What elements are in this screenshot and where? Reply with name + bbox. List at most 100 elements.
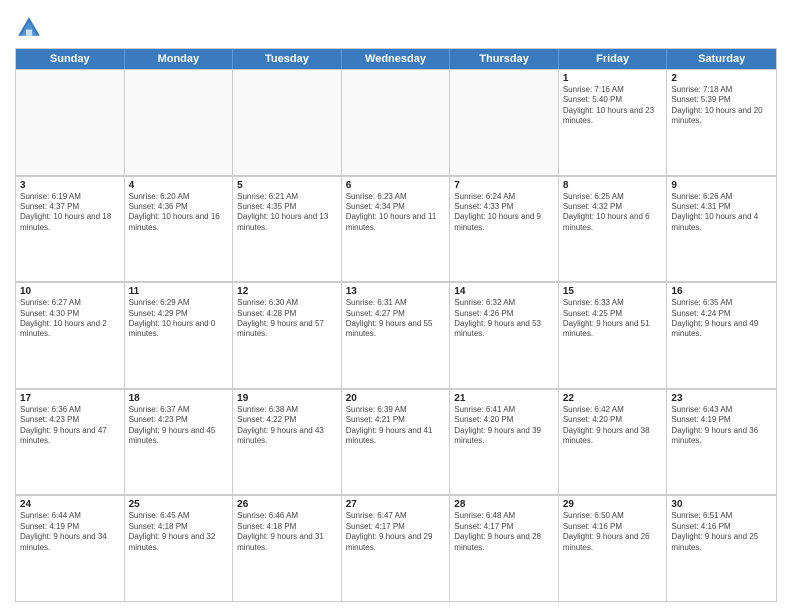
- day-number: 26: [237, 499, 337, 510]
- weekday-header: Friday: [559, 49, 668, 69]
- calendar-cell: 11Sunrise: 6:29 AM Sunset: 4:29 PM Dayli…: [125, 282, 234, 388]
- page: SundayMondayTuesdayWednesdayThursdayFrid…: [0, 0, 792, 612]
- weekday-header: Thursday: [450, 49, 559, 69]
- calendar-cell: 18Sunrise: 6:37 AM Sunset: 4:23 PM Dayli…: [125, 389, 234, 495]
- day-number: 3: [20, 180, 120, 191]
- calendar-cell: 9Sunrise: 6:26 AM Sunset: 4:31 PM Daylig…: [667, 176, 776, 282]
- day-number: 18: [129, 393, 229, 404]
- day-number: 14: [454, 286, 554, 297]
- calendar-cell: 14Sunrise: 6:32 AM Sunset: 4:26 PM Dayli…: [450, 282, 559, 388]
- day-number: 25: [129, 499, 229, 510]
- day-number: 5: [237, 180, 337, 191]
- calendar-cell: 13Sunrise: 6:31 AM Sunset: 4:27 PM Dayli…: [342, 282, 451, 388]
- day-number: 12: [237, 286, 337, 297]
- day-number: 24: [20, 499, 120, 510]
- calendar-cell: 21Sunrise: 6:41 AM Sunset: 4:20 PM Dayli…: [450, 389, 559, 495]
- day-info: Sunrise: 6:35 AM Sunset: 4:24 PM Dayligh…: [671, 298, 772, 340]
- calendar: SundayMondayTuesdayWednesdayThursdayFrid…: [15, 48, 777, 602]
- day-info: Sunrise: 6:25 AM Sunset: 4:32 PM Dayligh…: [563, 192, 663, 234]
- calendar-cell: 3Sunrise: 6:19 AM Sunset: 4:37 PM Daylig…: [16, 176, 125, 282]
- calendar-cell: 24Sunrise: 6:44 AM Sunset: 4:19 PM Dayli…: [16, 495, 125, 601]
- calendar-cell: 8Sunrise: 6:25 AM Sunset: 4:32 PM Daylig…: [559, 176, 668, 282]
- calendar-cell: 6Sunrise: 6:23 AM Sunset: 4:34 PM Daylig…: [342, 176, 451, 282]
- day-info: Sunrise: 6:19 AM Sunset: 4:37 PM Dayligh…: [20, 192, 120, 234]
- day-number: 13: [346, 286, 446, 297]
- day-info: Sunrise: 6:21 AM Sunset: 4:35 PM Dayligh…: [237, 192, 337, 234]
- day-number: 23: [671, 393, 772, 404]
- calendar-row: 3Sunrise: 6:19 AM Sunset: 4:37 PM Daylig…: [16, 176, 776, 283]
- calendar-cell: 10Sunrise: 6:27 AM Sunset: 4:30 PM Dayli…: [16, 282, 125, 388]
- day-number: 10: [20, 286, 120, 297]
- calendar-cell: 7Sunrise: 6:24 AM Sunset: 4:33 PM Daylig…: [450, 176, 559, 282]
- calendar-cell: [125, 69, 234, 175]
- day-number: 22: [563, 393, 663, 404]
- day-info: Sunrise: 6:43 AM Sunset: 4:19 PM Dayligh…: [671, 405, 772, 447]
- day-number: 4: [129, 180, 229, 191]
- day-info: Sunrise: 6:44 AM Sunset: 4:19 PM Dayligh…: [20, 511, 120, 553]
- day-info: Sunrise: 6:27 AM Sunset: 4:30 PM Dayligh…: [20, 298, 120, 340]
- calendar-cell: [342, 69, 451, 175]
- day-info: Sunrise: 6:32 AM Sunset: 4:26 PM Dayligh…: [454, 298, 554, 340]
- day-number: 6: [346, 180, 446, 191]
- day-number: 29: [563, 499, 663, 510]
- logo: [15, 14, 47, 42]
- day-number: 2: [671, 73, 772, 84]
- weekday-header: Tuesday: [233, 49, 342, 69]
- calendar-cell: 19Sunrise: 6:38 AM Sunset: 4:22 PM Dayli…: [233, 389, 342, 495]
- calendar-row: 17Sunrise: 6:36 AM Sunset: 4:23 PM Dayli…: [16, 389, 776, 496]
- calendar-cell: 27Sunrise: 6:47 AM Sunset: 4:17 PM Dayli…: [342, 495, 451, 601]
- day-info: Sunrise: 6:39 AM Sunset: 4:21 PM Dayligh…: [346, 405, 446, 447]
- day-number: 15: [563, 286, 663, 297]
- day-info: Sunrise: 6:33 AM Sunset: 4:25 PM Dayligh…: [563, 298, 663, 340]
- calendar-cell: 2Sunrise: 7:18 AM Sunset: 5:39 PM Daylig…: [667, 69, 776, 175]
- day-info: Sunrise: 6:23 AM Sunset: 4:34 PM Dayligh…: [346, 192, 446, 234]
- day-number: 7: [454, 180, 554, 191]
- day-number: 19: [237, 393, 337, 404]
- calendar-cell: 12Sunrise: 6:30 AM Sunset: 4:28 PM Dayli…: [233, 282, 342, 388]
- day-number: 28: [454, 499, 554, 510]
- calendar-cell: [233, 69, 342, 175]
- day-info: Sunrise: 6:41 AM Sunset: 4:20 PM Dayligh…: [454, 405, 554, 447]
- day-info: Sunrise: 6:31 AM Sunset: 4:27 PM Dayligh…: [346, 298, 446, 340]
- calendar-cell: 17Sunrise: 6:36 AM Sunset: 4:23 PM Dayli…: [16, 389, 125, 495]
- calendar-cell: [450, 69, 559, 175]
- day-number: 27: [346, 499, 446, 510]
- day-info: Sunrise: 6:48 AM Sunset: 4:17 PM Dayligh…: [454, 511, 554, 553]
- header: [15, 10, 777, 42]
- day-info: Sunrise: 6:29 AM Sunset: 4:29 PM Dayligh…: [129, 298, 229, 340]
- weekday-header: Wednesday: [342, 49, 451, 69]
- calendar-cell: 25Sunrise: 6:45 AM Sunset: 4:18 PM Dayli…: [125, 495, 234, 601]
- calendar-row: 1Sunrise: 7:16 AM Sunset: 5:40 PM Daylig…: [16, 69, 776, 176]
- calendar-cell: 30Sunrise: 6:51 AM Sunset: 4:16 PM Dayli…: [667, 495, 776, 601]
- day-info: Sunrise: 6:20 AM Sunset: 4:36 PM Dayligh…: [129, 192, 229, 234]
- day-number: 21: [454, 393, 554, 404]
- day-number: 30: [671, 499, 772, 510]
- calendar-cell: 29Sunrise: 6:50 AM Sunset: 4:16 PM Dayli…: [559, 495, 668, 601]
- logo-icon: [15, 14, 43, 42]
- day-info: Sunrise: 6:47 AM Sunset: 4:17 PM Dayligh…: [346, 511, 446, 553]
- calendar-cell: 15Sunrise: 6:33 AM Sunset: 4:25 PM Dayli…: [559, 282, 668, 388]
- calendar-cell: [16, 69, 125, 175]
- day-info: Sunrise: 7:18 AM Sunset: 5:39 PM Dayligh…: [671, 85, 772, 127]
- day-info: Sunrise: 6:38 AM Sunset: 4:22 PM Dayligh…: [237, 405, 337, 447]
- calendar-cell: 4Sunrise: 6:20 AM Sunset: 4:36 PM Daylig…: [125, 176, 234, 282]
- calendar-cell: 1Sunrise: 7:16 AM Sunset: 5:40 PM Daylig…: [559, 69, 668, 175]
- calendar-cell: 26Sunrise: 6:46 AM Sunset: 4:18 PM Dayli…: [233, 495, 342, 601]
- day-info: Sunrise: 6:24 AM Sunset: 4:33 PM Dayligh…: [454, 192, 554, 234]
- calendar-cell: 5Sunrise: 6:21 AM Sunset: 4:35 PM Daylig…: [233, 176, 342, 282]
- day-info: Sunrise: 6:46 AM Sunset: 4:18 PM Dayligh…: [237, 511, 337, 553]
- calendar-cell: 16Sunrise: 6:35 AM Sunset: 4:24 PM Dayli…: [667, 282, 776, 388]
- calendar-cell: 20Sunrise: 6:39 AM Sunset: 4:21 PM Dayli…: [342, 389, 451, 495]
- day-number: 8: [563, 180, 663, 191]
- calendar-body: 1Sunrise: 7:16 AM Sunset: 5:40 PM Daylig…: [16, 69, 776, 601]
- day-number: 1: [563, 73, 663, 84]
- calendar-row: 24Sunrise: 6:44 AM Sunset: 4:19 PM Dayli…: [16, 495, 776, 601]
- day-number: 11: [129, 286, 229, 297]
- calendar-cell: 22Sunrise: 6:42 AM Sunset: 4:20 PM Dayli…: [559, 389, 668, 495]
- day-info: Sunrise: 6:51 AM Sunset: 4:16 PM Dayligh…: [671, 511, 772, 553]
- day-number: 16: [671, 286, 772, 297]
- day-info: Sunrise: 6:42 AM Sunset: 4:20 PM Dayligh…: [563, 405, 663, 447]
- day-info: Sunrise: 6:36 AM Sunset: 4:23 PM Dayligh…: [20, 405, 120, 447]
- weekday-header: Sunday: [16, 49, 125, 69]
- day-info: Sunrise: 6:45 AM Sunset: 4:18 PM Dayligh…: [129, 511, 229, 553]
